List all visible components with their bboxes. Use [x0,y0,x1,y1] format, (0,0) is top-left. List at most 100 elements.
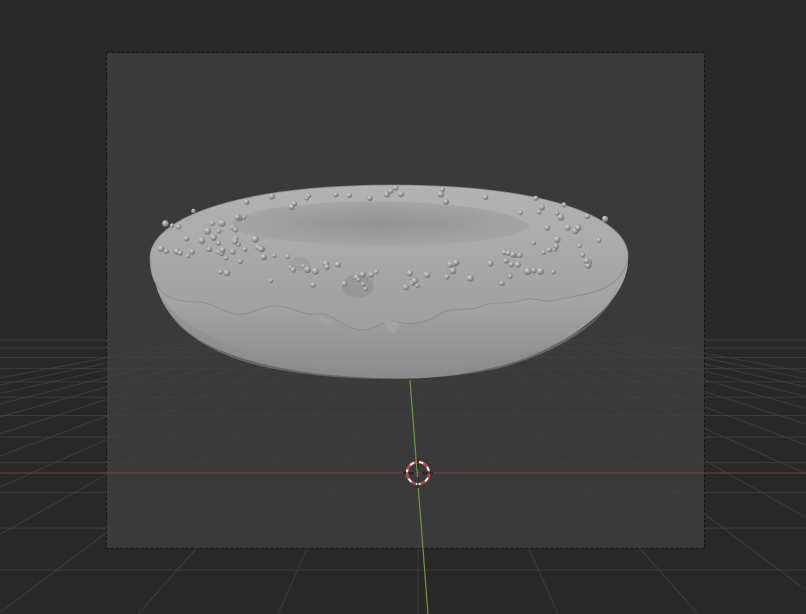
sprinkle [306,193,312,199]
viewport-canvas[interactable] [0,0,806,614]
sprinkle [561,202,567,208]
sprinkle [210,234,217,241]
sprinkle [189,249,195,255]
sprinkle [553,236,561,244]
sprinkle [443,198,449,205]
sprinkle [466,274,474,282]
sprinkle [553,243,559,250]
sprinkle [183,235,190,242]
sprinkle [533,195,539,201]
sprinkle [368,271,375,278]
sprinkle [482,194,489,200]
sprinkle [508,261,514,268]
sprinkle [580,252,586,258]
sprinkle [487,260,494,267]
sprinkle [398,191,405,198]
sprinkle [198,237,206,244]
sprinkle [230,249,236,255]
sprinkle [415,283,420,288]
sprinkle [231,238,239,245]
sprinkle [303,266,311,273]
sprinkle [536,209,542,215]
sprinkle [359,271,367,278]
sprinkle [219,246,226,253]
sprinkle [206,246,213,253]
sprinkle [452,259,460,266]
sprinkle [596,238,602,243]
sprinkle [257,245,265,253]
sprinkle [363,286,368,291]
sprinkle [185,253,191,259]
sprinkle [524,267,532,275]
sprinkle [324,264,330,271]
sprinkle [163,248,169,254]
sprinkle [290,267,297,273]
sprinkle [507,273,513,279]
sprinkle [374,269,379,275]
sprinkle [176,224,182,230]
sprinkle [541,250,546,255]
sprinkle [157,245,165,252]
sprinkle [564,225,571,231]
sprinkle [577,243,582,249]
sprinkle [367,195,373,201]
sprinkle [514,261,521,268]
sprinkle [402,284,409,291]
sprinkle [449,267,457,275]
sprinkle [218,270,223,275]
sprinkle [223,255,229,261]
sprinkle [444,274,450,280]
sprinkle [531,240,537,246]
sprinkle [388,188,394,194]
sprinkle [216,228,222,234]
sprinkle [423,271,431,279]
sprinkle [602,215,609,222]
sprinkle [334,261,341,268]
sprinkle [510,251,517,258]
sprinkle [544,225,551,231]
sprinkle [218,219,226,227]
sprinkle [539,204,545,211]
sprinkle [503,258,509,264]
sprinkle [162,220,169,227]
sprinkle [169,223,175,228]
sprinkle [243,199,250,205]
sprinkle [288,204,295,211]
sprinkle [557,214,564,221]
sprinkle [232,227,239,233]
sprinkle [517,252,523,259]
sprinkle [346,192,352,198]
3d-viewport[interactable] [0,0,806,614]
sprinkle [437,191,445,198]
sprinkle [234,214,241,221]
sprinkle [360,281,366,287]
sprinkle [392,185,399,191]
sprinkle [310,281,316,288]
sprinkle [311,267,319,275]
sprinkle [251,235,259,243]
sprinkle [583,258,590,264]
sprinkle [584,213,591,220]
sprinkle [333,192,339,198]
sprinkle [268,193,275,200]
sprinkle [210,221,215,226]
sprinkle [537,267,545,275]
sprinkle [411,277,418,285]
sprinkle [191,208,196,214]
sprinkle [237,258,243,264]
sprinkle [531,267,537,274]
sprinkle [285,254,291,259]
sprinkle [242,247,248,252]
sprinkle [550,269,556,275]
sprinkle [223,269,231,277]
sprinkle [546,247,553,253]
sprinkle [574,224,582,232]
sprinkle [216,240,221,246]
sprinkle [260,253,267,261]
sprinkle [499,280,505,287]
sprinkle [356,277,361,283]
sprinkle [177,250,183,256]
sprinkle [406,270,413,277]
sprinkle [268,278,274,284]
sprinkle [518,210,523,216]
